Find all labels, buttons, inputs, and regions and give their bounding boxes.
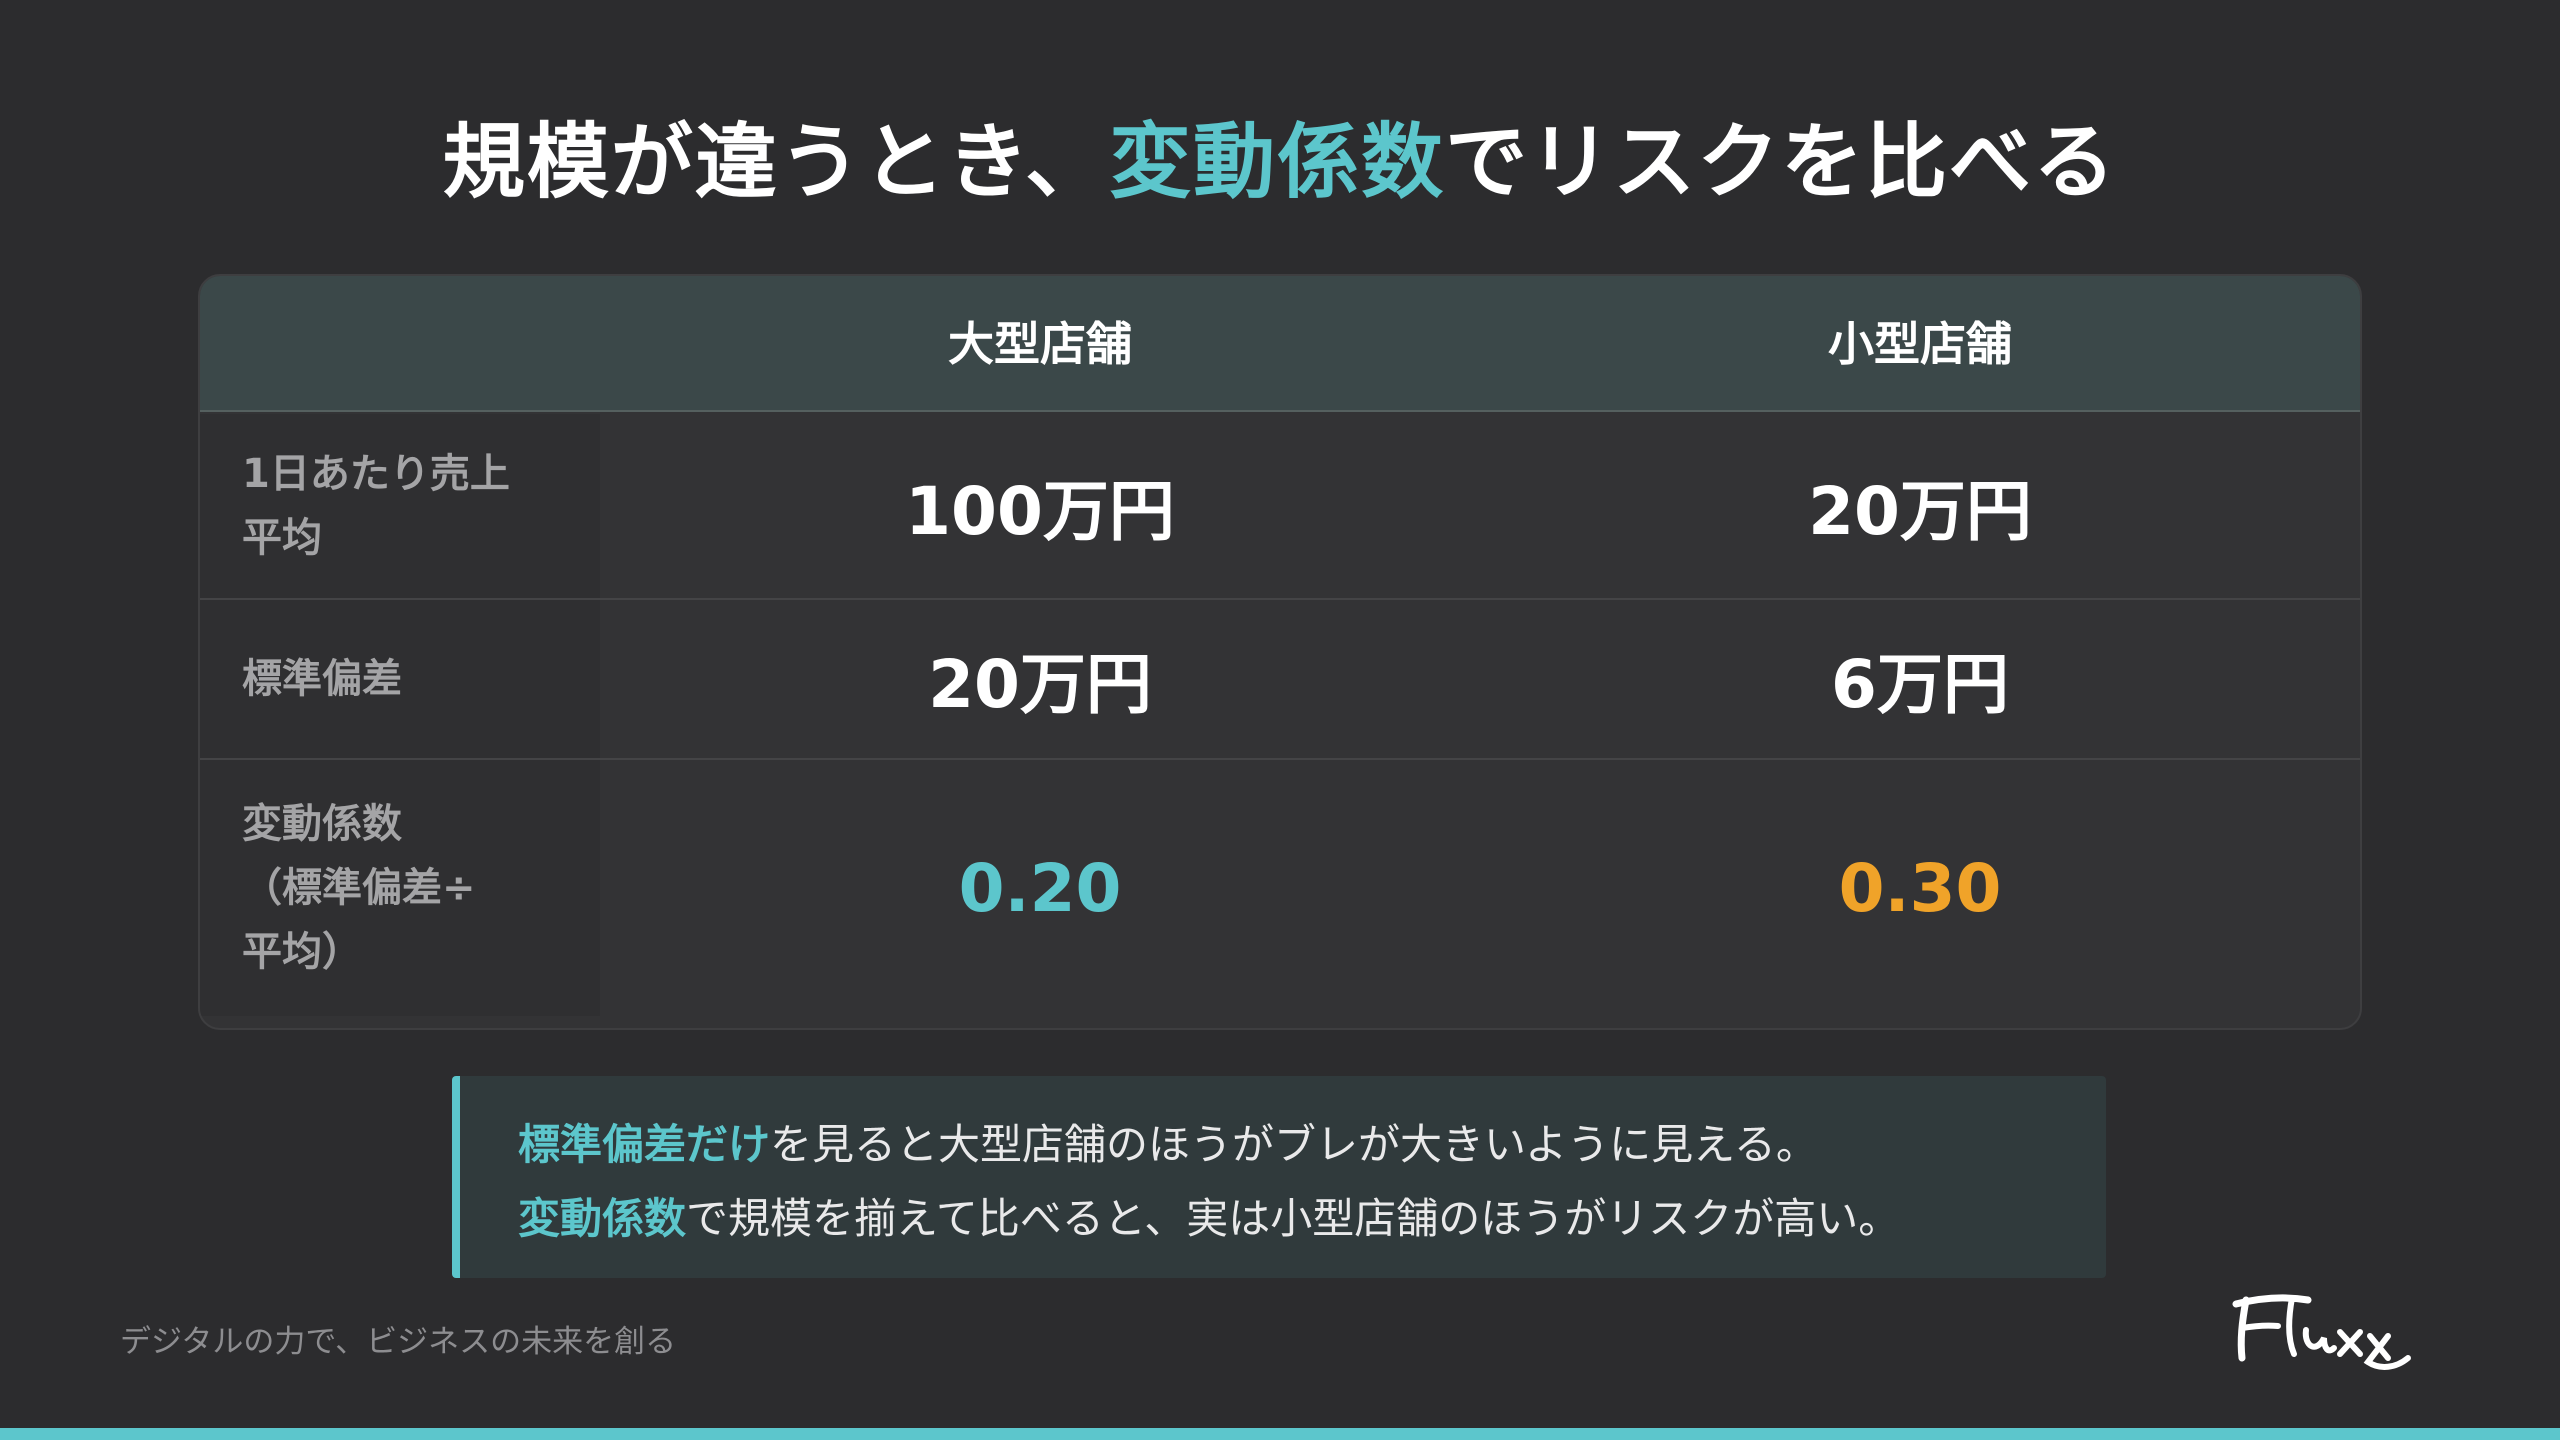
cell-small-average: 20万円 (1808, 473, 2032, 550)
comparison-table: 大型店舗 小型店舗 1日あたり売上 平均 100万円 20万円 標準偏差 20万… (198, 274, 2362, 1030)
table-row: 1日あたり売上 平均 100万円 20万円 (200, 414, 2360, 600)
row-label-line: 平均 (242, 515, 322, 561)
row-label-line: 1日あたり売上 (242, 451, 510, 497)
row-label: 変動係数 （標準偏差÷ 平均） (200, 760, 600, 1016)
row-label-line: 標準偏差 (242, 656, 402, 702)
note-text: で規模を揃えて比べると、実は小型店舗のほうがリスクが高い。 (686, 1194, 1901, 1243)
row-label-line: 変動係数 (242, 801, 402, 847)
header-large-store: 大型店舗 (948, 317, 1132, 371)
note-highlight: 変動係数 (518, 1194, 687, 1243)
row-label: 1日あたり売上 平均 (200, 414, 600, 598)
table-header: 大型店舗 小型店舗 (200, 276, 2360, 412)
brand-logo (2232, 1294, 2411, 1370)
cell-large-stddev: 20万円 (928, 646, 1152, 723)
row-label-line: （標準偏差÷ (242, 865, 476, 911)
cell-large-average: 100万円 (905, 473, 1175, 550)
cell-small-stddev: 6万円 (1831, 646, 2009, 723)
footer-tagline: デジタルの力で、ビジネスの未来を創る (120, 1324, 677, 1360)
note-line-1: 標準偏差だけを見ると大型店舗のほうがブレが大きいように見える。 (518, 1108, 2106, 1182)
title-part-1: 規模が違うとき、 (442, 115, 1110, 210)
table-row: 標準偏差 20万円 6万円 (200, 600, 2360, 760)
slide: 規模が違うとき、変動係数でリスクを比べる 大型店舗 小型店舗 1日あたり売上 平… (0, 0, 2560, 1440)
note-highlight: 標準偏差だけ (518, 1120, 771, 1169)
title-accent: 変動係数 (1109, 115, 1446, 210)
row-label: 標準偏差 (200, 600, 600, 758)
cell-large-cv: 0.20 (958, 849, 1122, 927)
row-label-line: 平均） (242, 929, 362, 975)
bottom-accent-bar (0, 1428, 2560, 1440)
title-part-2: でリスクを比べる (1445, 115, 2118, 210)
table-row: 変動係数 （標準偏差÷ 平均） 0.20 0.30 (200, 760, 2360, 1016)
cell-small-cv: 0.30 (1838, 849, 2002, 927)
note-line-2: 変動係数で規模を揃えて比べると、実は小型店舗のほうがリスクが高い。 (518, 1182, 2106, 1256)
note-text: を見ると大型店舗のほうがブレが大きいように見える。 (770, 1120, 1818, 1169)
page-title: 規模が違うとき、変動係数でリスクを比べる (0, 95, 2560, 214)
callout-note: 標準偏差だけを見ると大型店舗のほうがブレが大きいように見える。 変動係数で規模を… (452, 1076, 2106, 1278)
header-small-store: 小型店舗 (1828, 317, 2012, 371)
